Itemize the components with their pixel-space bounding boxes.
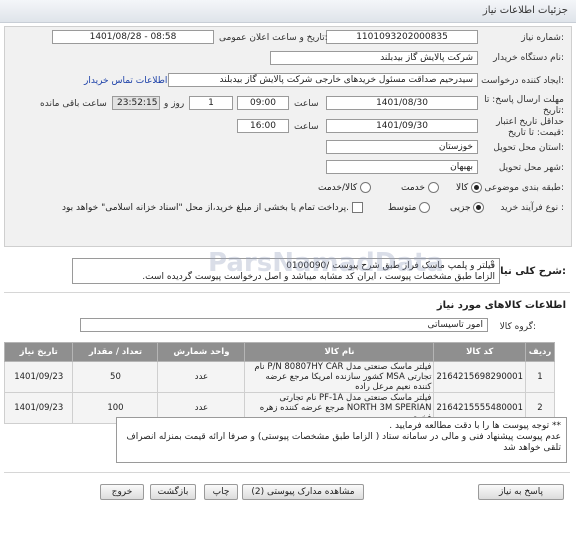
notes-line-2: عدم پیوست پیشنهاد فنی و مالی در سامانه س… xyxy=(126,432,561,453)
col-index: ردیف xyxy=(525,342,555,362)
row-code: 2164215698290001 xyxy=(433,361,526,393)
divider xyxy=(4,472,570,473)
back-button[interactable]: بازگشت xyxy=(150,484,196,500)
announce-label: تاریخ و ساعت اعلان عمومی: xyxy=(219,33,328,43)
announce-field: 1401/08/28 - 08:58 xyxy=(52,30,214,44)
col-qty: تعداد / مقدار xyxy=(72,342,159,362)
validity-date-field: 1401/09/30 xyxy=(326,119,478,133)
row-unit: عدد xyxy=(157,361,246,393)
view-attachments-button[interactable]: مشاهده مدارک پیوستی (2) xyxy=(242,484,364,500)
purchase-option-minor[interactable]: جزیی xyxy=(450,202,485,213)
goods-group-field: امور تاسیساتی xyxy=(80,318,488,332)
need-number-label: شماره نیاز: xyxy=(521,33,564,43)
print-button[interactable]: چاپ xyxy=(204,484,238,500)
deadline-time-field: 09:00 xyxy=(237,96,289,110)
category-option-both[interactable]: کالا/خدمت xyxy=(318,182,372,193)
radio-selected-icon xyxy=(471,182,483,193)
creator-field: سیدرحیم صداقت مسئول خریدهای خارجی شرکت پ… xyxy=(168,73,478,87)
buyer-label: نام دستگاه خریدار: xyxy=(493,53,564,63)
exit-button[interactable]: خروج xyxy=(100,484,144,500)
category-option-service[interactable]: خدمت xyxy=(401,182,439,193)
goods-table: ردیف کد کالا نام کالا واحد شمارش تعداد /… xyxy=(3,342,555,424)
remaining-word: ساعت باقی مانده xyxy=(40,99,107,109)
row-date: 1401/09/23 xyxy=(3,392,74,424)
creator-label: ایجاد کننده درخواست: xyxy=(481,76,564,86)
description-label: شرح کلی نیاز: xyxy=(494,266,566,277)
col-name: نام کالا xyxy=(244,342,435,362)
col-unit: واحد شمارش xyxy=(157,342,246,362)
radio-icon xyxy=(427,182,439,193)
purchase-option-medium[interactable]: متوسط xyxy=(388,202,431,213)
row-qty: 50 xyxy=(72,361,159,393)
city-label: شهر محل تحویل: xyxy=(498,163,564,173)
notes-line-1: ** توجه پیوست ها را با دقت مطالعه فرمایی… xyxy=(389,421,561,431)
category-label: طبقه بندی موضوعی: xyxy=(484,183,564,193)
remaining-time-field: 23:52:15 xyxy=(112,96,160,110)
notes-box: ** توجه پیوست ها را با دقت مطالعه فرمایی… xyxy=(116,417,567,463)
radio-icon xyxy=(419,202,431,213)
province-label: استان محل تحویل: xyxy=(493,143,564,153)
category-option-goods[interactable]: کالا xyxy=(456,182,483,193)
deadline-time-word: ساعت xyxy=(294,99,319,109)
row-index: 1 xyxy=(525,361,555,393)
radio-icon xyxy=(360,182,372,193)
deadline-label: مهلت ارسال پاسخ: تا تاریخ: xyxy=(484,95,564,116)
page-title: جزئیات اطلاعات نیاز xyxy=(482,5,568,16)
validity-time-word: ساعت xyxy=(294,122,319,132)
buyer-field: شرکت پالایش گاز بیدبلند xyxy=(270,51,478,65)
need-number-field: 1101093202000835 xyxy=(326,30,478,44)
row-name: فیلتر ماسک صنعتی مدل P/N 80807HY CAR نام… xyxy=(244,361,435,393)
province-field: خوزستان xyxy=(326,140,478,154)
buyer-contact-link[interactable]: اطلاعات تماس خریدار xyxy=(84,76,167,86)
days-field: 1 xyxy=(189,96,233,110)
page-header: جزئیات اطلاعات نیاز xyxy=(0,0,576,23)
purchase-type-label: نوع فرآیند خرید : xyxy=(500,203,564,213)
validity-time-field: 16:00 xyxy=(237,119,289,133)
col-date: تاریخ نیاز xyxy=(3,342,74,362)
city-field: بهبهان xyxy=(326,160,478,174)
row-date: 1401/09/23 xyxy=(3,361,74,393)
col-code: کد کالا xyxy=(433,342,526,362)
table-header-row: ردیف کد کالا نام کالا واحد شمارش تعداد /… xyxy=(3,342,555,362)
checkbox-icon xyxy=(351,202,363,213)
resize-handle-icon[interactable]: ⇕ xyxy=(489,259,496,268)
radio-selected-icon xyxy=(473,202,485,213)
divider xyxy=(4,292,570,293)
reply-to-need-button[interactable]: پاسخ به نیاز xyxy=(478,484,564,500)
watermark-logo: ParsNamadData xyxy=(208,248,444,278)
goods-section-title: اطلاعات کالاهای مورد نیاز xyxy=(436,300,566,311)
treasury-payment-option[interactable]: پرداخت تمام یا بخشی از مبلغ خرید،از محل … xyxy=(62,202,363,213)
days-word: روز و xyxy=(164,99,185,109)
validity-label: حداقل تاریخ اعتبار قیمت: تا تاریخ: xyxy=(496,117,564,138)
deadline-date-field: 1401/08/30 xyxy=(326,96,478,110)
table-row[interactable]: 1 2164215698290001 فیلتر ماسک صنعتی مدل … xyxy=(3,361,555,393)
goods-group-label: گروه کالا: xyxy=(499,322,536,332)
